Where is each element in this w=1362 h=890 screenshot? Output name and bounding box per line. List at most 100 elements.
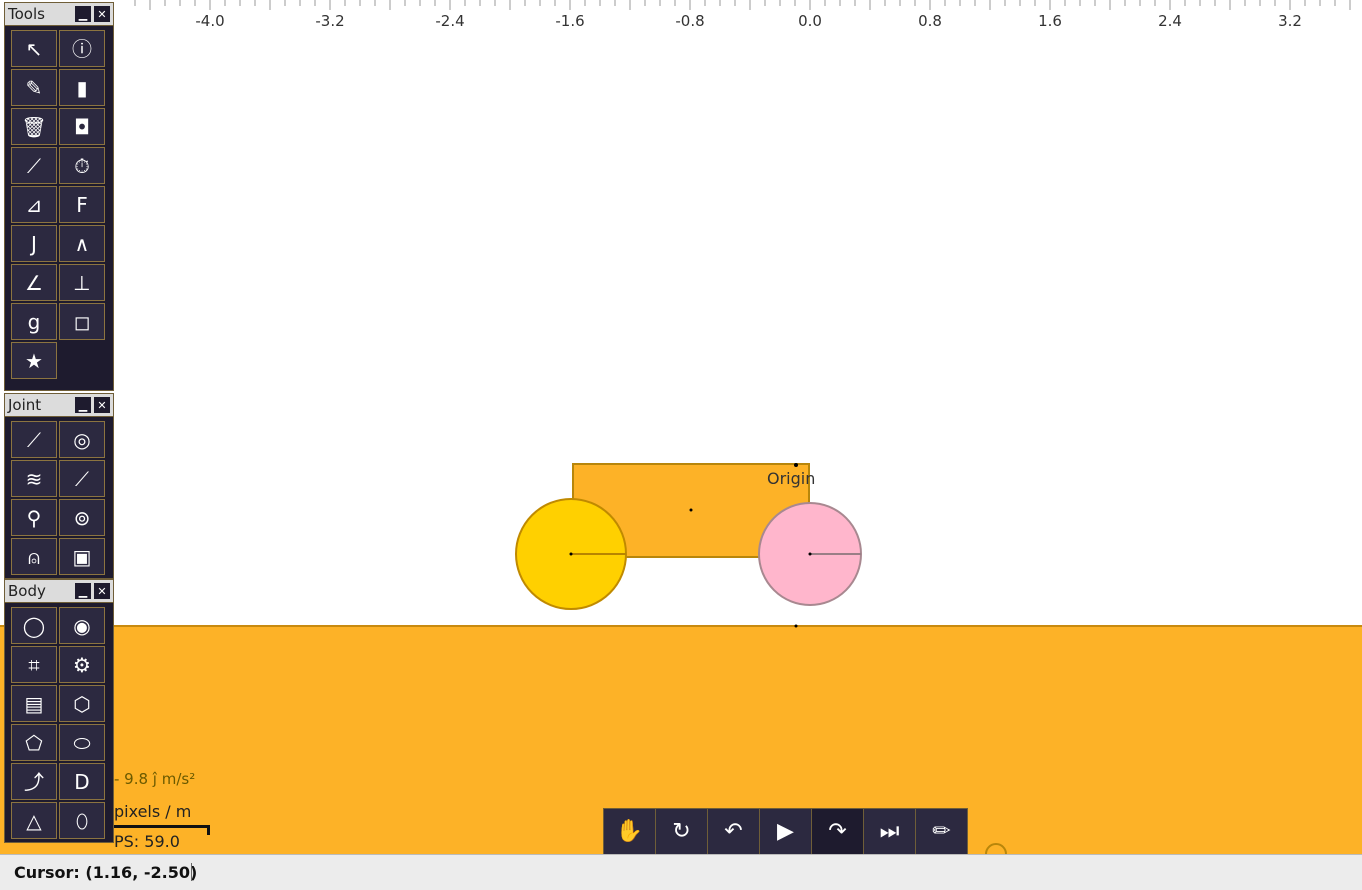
circle-body[interactable]: ◯ bbox=[11, 607, 57, 644]
body-panel: Body ▁ ✕ ◯ ◉ ⌗ ⚙ ▤ ⬡ ⬠ ⬭ ⤴ D △ ⬯ bbox=[4, 579, 114, 843]
minimize-icon[interactable]: ▁ bbox=[75, 583, 91, 599]
minimize-icon[interactable]: ▁ bbox=[75, 397, 91, 413]
empty-slot bbox=[59, 342, 105, 379]
info-tool-icon: ⓘ bbox=[72, 36, 92, 61]
spring-joint[interactable]: ≋ bbox=[11, 460, 57, 497]
scale-label: pixels / m bbox=[114, 802, 192, 821]
impulse-tool[interactable]: J bbox=[11, 225, 57, 262]
playback-toolbar: ✋ ↻ ↶ ▶ ↷ ⏭ ✏ bbox=[603, 808, 968, 855]
axes-tool[interactable]: ⊥ bbox=[59, 264, 105, 301]
axes-tool-icon: ⊥ bbox=[73, 270, 91, 295]
body-panel-header[interactable]: Body ▁ ✕ bbox=[5, 580, 113, 603]
weld-joint-icon: ▣ bbox=[72, 544, 92, 569]
circle-body-icon: ◯ bbox=[22, 613, 46, 638]
play-button[interactable]: ▶ bbox=[760, 809, 811, 854]
close-icon[interactable]: ✕ bbox=[94, 583, 110, 599]
triangle-body[interactable]: △ bbox=[11, 802, 57, 839]
chassis-center-dot bbox=[689, 508, 693, 512]
angle-tool-icon: ∠ bbox=[25, 270, 43, 295]
pulley-joint-icon: ⚲ bbox=[26, 505, 42, 530]
force-tool-icon: F bbox=[76, 192, 88, 217]
mouse-tool-icon: ▮ bbox=[76, 75, 88, 100]
reset-button[interactable]: ↻ bbox=[656, 809, 707, 854]
spring-joint-icon: ≋ bbox=[25, 466, 43, 491]
close-icon[interactable]: ✕ bbox=[94, 6, 110, 22]
info-tool[interactable]: ⓘ bbox=[59, 30, 105, 67]
motor-joint[interactable]: ⊚ bbox=[59, 499, 105, 536]
edit-icon: ✏ bbox=[932, 819, 951, 844]
wall-body-icon: ▤ bbox=[24, 691, 44, 716]
select-tool-icon: ↖ bbox=[25, 36, 43, 61]
shapes-tool[interactable]: ◻ bbox=[59, 303, 105, 340]
step-button[interactable]: ⏭ bbox=[864, 809, 915, 854]
ring-body[interactable]: ◉ bbox=[59, 607, 105, 644]
select-tool[interactable]: ↖ bbox=[11, 30, 57, 67]
impulse-tool-icon: J bbox=[31, 231, 37, 256]
status-separator bbox=[191, 863, 192, 881]
pulley-joint[interactable]: ⚲ bbox=[11, 499, 57, 536]
camera-tool[interactable]: ◘ bbox=[59, 108, 105, 145]
tools-grid: ↖ ⓘ ✎ ▮ 🗑 ◘ ⟋ ⏱ ⊿ F J ∧ ∠ ⊥ g ◻ ★ bbox=[5, 26, 113, 381]
star-tool[interactable]: ★ bbox=[11, 342, 57, 379]
trajectory-tool[interactable]: ∧ bbox=[59, 225, 105, 262]
timer-tool[interactable]: ⏱ bbox=[59, 147, 105, 184]
pen-tool[interactable]: ✎ bbox=[11, 69, 57, 106]
simulation-canvas[interactable]: Origin bbox=[0, 0, 1362, 854]
edit-button[interactable]: ✏ bbox=[916, 809, 967, 854]
undo-button[interactable]: ↶ bbox=[708, 809, 759, 854]
step-icon: ⏭ bbox=[879, 819, 900, 844]
wheel-joint-icon: ⍝ bbox=[28, 544, 40, 569]
distance-joint[interactable]: ⟋ bbox=[11, 421, 57, 458]
origin-marker bbox=[794, 463, 798, 467]
timer-tool-icon: ⏱ bbox=[74, 153, 90, 178]
partial-object[interactable] bbox=[985, 843, 1007, 854]
semicircle-body-icon: D bbox=[74, 769, 90, 794]
blob-body[interactable]: ⬭ bbox=[59, 724, 105, 761]
vector-tool[interactable]: ⊿ bbox=[11, 186, 57, 223]
cursor-position: Cursor: (1.16, -2.50) bbox=[14, 863, 198, 882]
fps-readout: PS: 59.0 bbox=[114, 832, 180, 851]
gravity-tool[interactable]: g bbox=[11, 303, 57, 340]
rope-joint[interactable]: ⟋ bbox=[59, 460, 105, 497]
camera-tool-icon: ◘ bbox=[74, 114, 90, 139]
mouse-tool[interactable]: ▮ bbox=[59, 69, 105, 106]
body-grid: ◯ ◉ ⌗ ⚙ ▤ ⬡ ⬠ ⬭ ⤴ D △ ⬯ bbox=[5, 603, 113, 841]
revolute-joint[interactable]: ◎ bbox=[59, 421, 105, 458]
hand-button[interactable]: ✋ bbox=[604, 809, 655, 854]
capsule-body-icon: ⬯ bbox=[75, 808, 89, 833]
graph-tool-icon: ⟋ bbox=[27, 153, 41, 178]
reset-icon: ↻ bbox=[672, 819, 691, 844]
shapes-tool-icon: ◻ bbox=[73, 309, 91, 334]
distance-joint-icon: ⟋ bbox=[27, 427, 41, 452]
vector-tool-icon: ⊿ bbox=[25, 192, 43, 217]
triangle-body-icon: △ bbox=[26, 808, 42, 833]
weld-joint[interactable]: ▣ bbox=[59, 538, 105, 575]
angle-tool[interactable]: ∠ bbox=[11, 264, 57, 301]
graph-tool[interactable]: ⟋ bbox=[11, 147, 57, 184]
capsule-body[interactable]: ⬯ bbox=[59, 802, 105, 839]
origin-label: Origin bbox=[767, 469, 815, 488]
joint-panel-header[interactable]: Joint ▁ ✕ bbox=[5, 394, 113, 417]
quad-body[interactable]: ⬠ bbox=[11, 724, 57, 761]
delete-tool[interactable]: 🗑 bbox=[11, 108, 57, 145]
gear-body-icon: ⚙ bbox=[73, 652, 91, 677]
minimize-icon[interactable]: ▁ bbox=[75, 6, 91, 22]
motor-joint-icon: ⊚ bbox=[73, 505, 91, 530]
ground-anchor-dot bbox=[794, 624, 798, 628]
gear-body[interactable]: ⚙ bbox=[59, 646, 105, 683]
wheel-joint[interactable]: ⍝ bbox=[11, 538, 57, 575]
tools-panel-header[interactable]: Tools ▁ ✕ bbox=[5, 3, 113, 26]
polygon-body[interactable]: ⬡ bbox=[59, 685, 105, 722]
polygon-body-icon: ⬡ bbox=[73, 691, 91, 716]
pen-tool-icon: ✎ bbox=[25, 75, 43, 100]
box-body[interactable]: ⌗ bbox=[11, 646, 57, 683]
force-tool[interactable]: F bbox=[59, 186, 105, 223]
gravity-tool-icon: g bbox=[27, 309, 41, 334]
body-panel-title: Body bbox=[8, 582, 46, 600]
wall-body[interactable]: ▤ bbox=[11, 685, 57, 722]
close-icon[interactable]: ✕ bbox=[94, 397, 110, 413]
undo-icon: ↶ bbox=[724, 819, 743, 844]
redo-button[interactable]: ↷ bbox=[812, 809, 863, 854]
semicircle-body[interactable]: D bbox=[59, 763, 105, 800]
curve-body[interactable]: ⤴ bbox=[11, 763, 57, 800]
